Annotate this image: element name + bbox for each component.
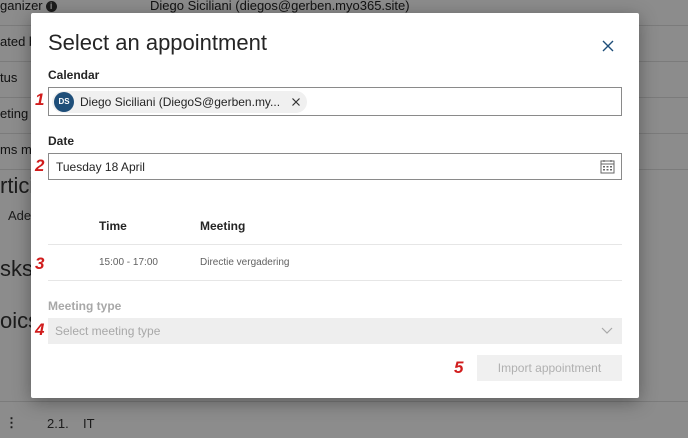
step-marker-2: 2 xyxy=(35,156,45,175)
date-label: Date xyxy=(48,134,75,148)
select-appointment-dialog: Select an appointment Calendar DS Diego … xyxy=(31,13,639,398)
calendar-picker[interactable]: DS Diego Siciliani (DiegoS@gerben.my... xyxy=(48,87,622,116)
meeting-type-placeholder: Select meeting type xyxy=(55,324,161,338)
table-divider xyxy=(48,280,622,281)
appointment-time: 15:00 - 17:00 xyxy=(99,257,158,268)
step-marker-5: 5 xyxy=(454,358,464,377)
date-field[interactable]: Tuesday 18 April xyxy=(48,153,622,180)
meeting-type-select[interactable]: Select meeting type xyxy=(48,318,622,344)
step-marker-1: 1 xyxy=(35,90,45,109)
calendar-icon[interactable] xyxy=(600,159,615,174)
table-divider xyxy=(48,244,622,245)
calendar-chip[interactable]: DS Diego Siciliani (DiegoS@gerben.my... xyxy=(52,91,307,113)
dialog-title: Select an appointment xyxy=(48,30,267,55)
meeting-column-header: Meeting xyxy=(200,219,246,233)
calendar-chip-label: Diego Siciliani (DiegoS@gerben.my... xyxy=(80,95,281,109)
meeting-type-label: Meeting type xyxy=(48,299,122,313)
close-icon xyxy=(602,40,614,52)
remove-chip-icon[interactable] xyxy=(290,96,302,108)
time-column-header: Time xyxy=(99,219,127,233)
calendar-label: Calendar xyxy=(48,68,100,82)
step-marker-3: 3 xyxy=(35,254,45,273)
appointment-meeting: Directie vergadering xyxy=(200,257,290,268)
close-button[interactable] xyxy=(595,33,621,59)
import-appointment-button[interactable]: Import appointment xyxy=(477,355,622,381)
date-value: Tuesday 18 April xyxy=(56,160,145,174)
step-marker-4: 4 xyxy=(35,320,45,339)
avatar: DS xyxy=(54,92,74,112)
chevron-down-icon xyxy=(601,327,613,334)
